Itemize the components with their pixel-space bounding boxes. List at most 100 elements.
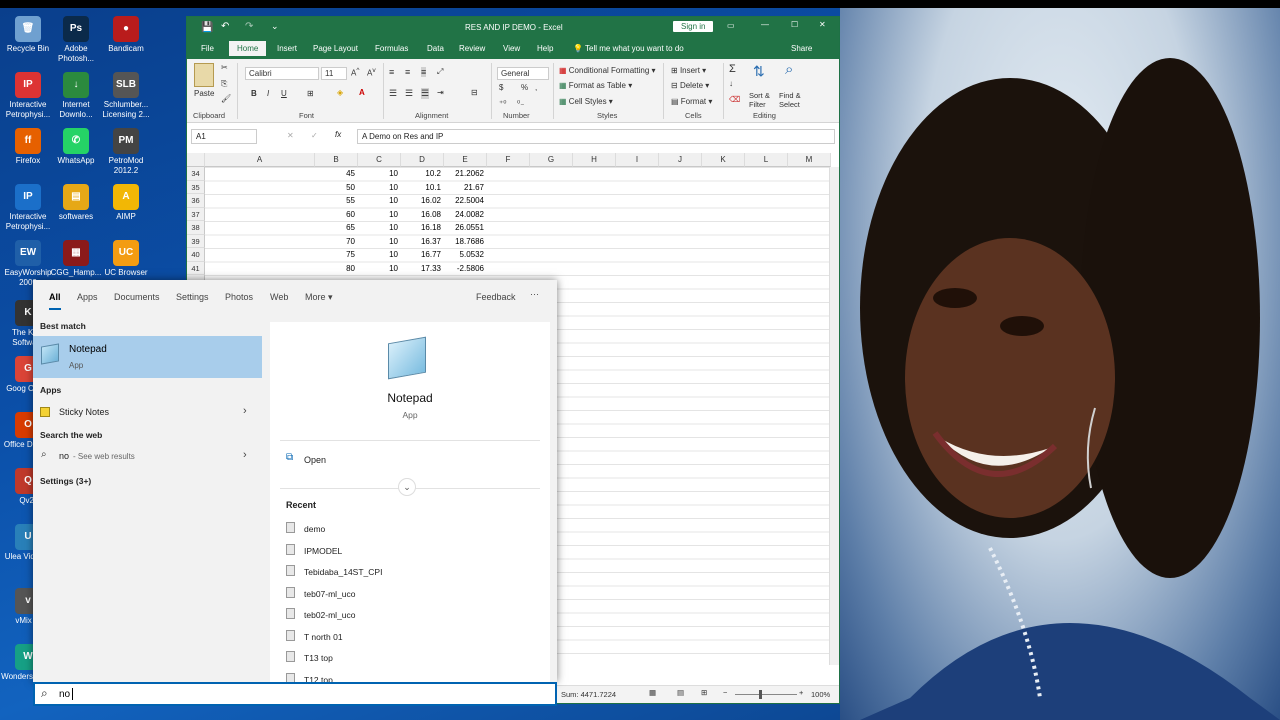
tab-review[interactable]: Review: [459, 44, 485, 53]
column-header[interactable]: A: [205, 153, 315, 167]
ribbon-display-icon[interactable]: ▭: [727, 21, 735, 30]
column-header[interactable]: D: [401, 153, 444, 167]
redo-icon[interactable]: ↷: [245, 21, 253, 32]
desktop-icon[interactable]: ▤ softwares: [48, 184, 104, 222]
format-as-table-button[interactable]: ▦ Format as Table ▾: [559, 81, 632, 90]
column-header[interactable]: H: [573, 153, 616, 167]
table-cell[interactable]: 65: [315, 221, 358, 235]
maximize-icon[interactable]: ☐: [791, 20, 798, 29]
tab-help[interactable]: Help: [537, 44, 553, 53]
row-header[interactable]: 40: [187, 248, 205, 262]
recent-file[interactable]: Tebidaba_14ST_CPI: [270, 563, 550, 581]
table-cell[interactable]: 10: [358, 262, 401, 276]
page-break-view-icon[interactable]: ⊞: [701, 688, 707, 697]
table-cell[interactable]: 16.02: [401, 194, 444, 208]
paste-icon[interactable]: [194, 63, 214, 87]
filter-settings[interactable]: Settings: [176, 292, 209, 302]
table-cell[interactable]: 10: [358, 181, 401, 195]
align-bottom-icon[interactable]: ≡: [421, 67, 427, 77]
table-cell[interactable]: 21.2062: [444, 167, 487, 181]
table-cell[interactable]: 10: [358, 167, 401, 181]
row-header[interactable]: 41: [187, 261, 205, 275]
tab-data[interactable]: Data: [427, 44, 444, 53]
format-painter-icon[interactable]: 🖌: [221, 94, 231, 103]
increase-decimal-icon[interactable]: ⁺⁰: [499, 99, 506, 108]
search-query[interactable]: no: [59, 689, 70, 700]
table-cell[interactable]: 10.1: [401, 181, 444, 195]
row-header[interactable]: 34: [187, 167, 205, 181]
tab-insert[interactable]: Insert: [277, 44, 297, 53]
column-header[interactable]: B: [315, 153, 358, 167]
borders-icon[interactable]: ⊞: [307, 89, 314, 98]
table-cell[interactable]: 26.0551: [444, 221, 487, 235]
cut-icon[interactable]: ✂: [221, 63, 228, 72]
table-cell[interactable]: 45: [315, 167, 358, 181]
tab-formulas[interactable]: Formulas: [375, 44, 408, 53]
column-header[interactable]: E: [444, 153, 487, 167]
indent-icon[interactable]: ⇥: [437, 88, 444, 97]
font-color-icon[interactable]: A: [359, 88, 365, 97]
zoom-out-icon[interactable]: −: [723, 688, 727, 697]
font-size-select[interactable]: 11: [321, 67, 347, 80]
taskbar-search-box[interactable]: ⌕ no: [33, 682, 557, 706]
close-icon[interactable]: ✕: [819, 20, 826, 29]
shrink-font-icon[interactable]: Av: [367, 67, 376, 78]
orientation-icon[interactable]: ⤢: [437, 67, 443, 77]
minimize-icon[interactable]: —: [761, 20, 769, 29]
row-header[interactable]: 39: [187, 234, 205, 248]
zoom-in-icon[interactable]: +: [799, 688, 803, 697]
undo-icon[interactable]: ↶: [221, 21, 229, 32]
tab-home[interactable]: Home: [229, 41, 267, 56]
filter-documents[interactable]: Documents: [114, 292, 160, 302]
expand-chevron-icon[interactable]: ⌄: [398, 478, 416, 496]
row-header[interactable]: 38: [187, 221, 205, 235]
tab-page-layout[interactable]: Page Layout: [313, 44, 358, 53]
feedback-link[interactable]: Feedback: [476, 292, 516, 302]
fill-icon[interactable]: ↓: [729, 79, 733, 88]
share-button[interactable]: Share: [791, 44, 812, 53]
cell-styles-button[interactable]: ▦ Cell Styles ▾: [559, 97, 613, 106]
insert-cells-button[interactable]: ⊞ Insert ▾: [671, 66, 706, 75]
desktop-icon[interactable]: Ps Adobe Photosh...: [48, 16, 104, 64]
align-left-icon[interactable]: ☰: [389, 88, 397, 99]
grow-font-icon[interactable]: A^: [351, 67, 359, 78]
table-cell[interactable]: -2.5806: [444, 262, 487, 276]
more-options-icon[interactable]: ···: [530, 289, 539, 299]
desktop-icon[interactable]: ✆ WhatsApp: [48, 128, 104, 166]
row-header[interactable]: 37: [187, 207, 205, 221]
table-cell[interactable]: 16.18: [401, 221, 444, 235]
chevron-right-icon[interactable]: ›: [243, 405, 247, 417]
table-cell[interactable]: 80: [315, 262, 358, 276]
desktop-icon[interactable]: UC UC Browser: [98, 240, 154, 278]
desktop-icon[interactable]: ● Bandicam: [98, 16, 154, 54]
find-select-button[interactable]: Find & Select: [779, 91, 809, 109]
filter-apps[interactable]: Apps: [77, 292, 98, 302]
table-cell[interactable]: 10: [358, 194, 401, 208]
tab-view[interactable]: View: [503, 44, 520, 53]
cancel-formula-icon[interactable]: ✕: [287, 131, 294, 140]
insert-function-icon[interactable]: fx: [335, 130, 341, 139]
filter-all[interactable]: All: [49, 292, 61, 310]
table-cell[interactable]: 16.37: [401, 235, 444, 249]
desktop-icon[interactable]: ▦ CGG_Hamp...: [48, 240, 104, 278]
desktop-icon[interactable]: A AIMP: [98, 184, 154, 222]
table-cell[interactable]: 10: [358, 221, 401, 235]
table-cell[interactable]: 10.2: [401, 167, 444, 181]
sign-in-button[interactable]: Sign in: [673, 21, 714, 32]
table-cell[interactable]: 24.0082: [444, 208, 487, 222]
enter-formula-icon[interactable]: ✓: [311, 131, 318, 140]
column-header[interactable]: M: [788, 153, 831, 167]
column-header[interactable]: I: [616, 153, 659, 167]
name-box[interactable]: A1: [191, 129, 257, 144]
sort-filter-button[interactable]: Sort & Filter: [749, 91, 779, 109]
conditional-formatting-button[interactable]: ▦ Conditional Formatting ▾: [559, 66, 656, 75]
filter-more[interactable]: More ▾: [305, 292, 333, 303]
table-cell[interactable]: 10: [358, 235, 401, 249]
align-top-icon[interactable]: ≡: [389, 67, 394, 77]
zoom-level[interactable]: 100%: [811, 690, 830, 699]
currency-icon[interactable]: $: [499, 83, 503, 92]
table-cell[interactable]: 16.08: [401, 208, 444, 222]
chevron-right-icon[interactable]: ›: [243, 449, 247, 461]
align-middle-icon[interactable]: ≡: [405, 67, 410, 77]
delete-cells-button[interactable]: ⊟ Delete ▾: [671, 81, 709, 90]
